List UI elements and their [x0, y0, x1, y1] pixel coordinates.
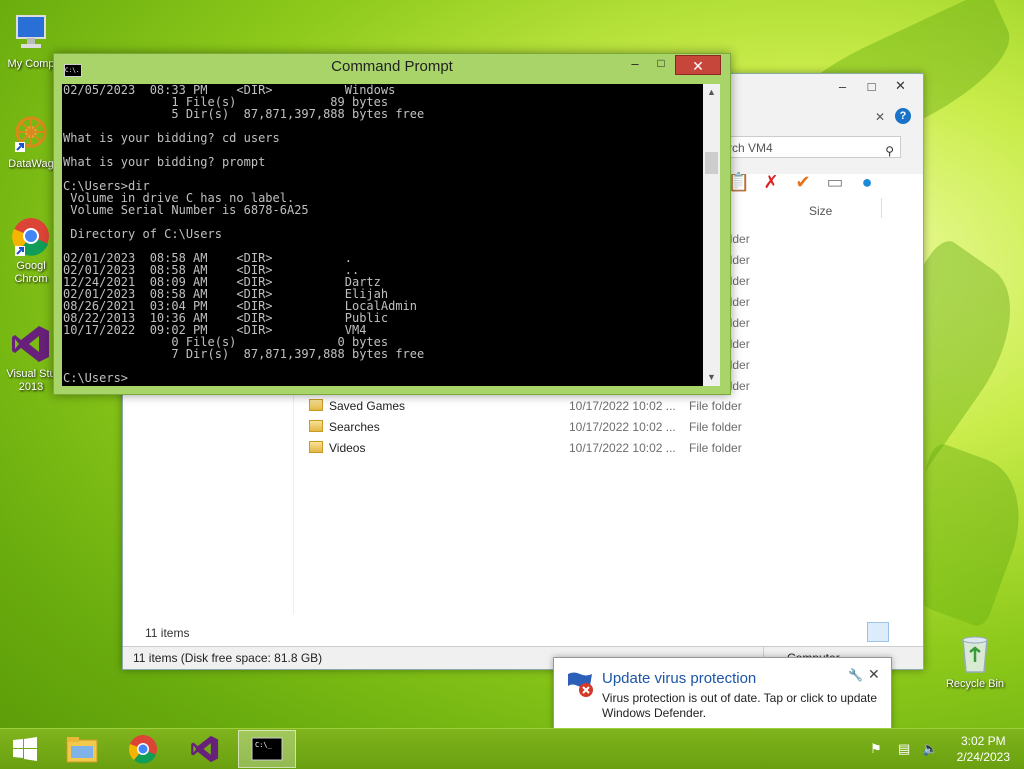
maximize-button[interactable]: □ [648, 56, 674, 74]
taskbar-command-prompt[interactable]: C:\_ [238, 730, 296, 768]
file-type: File folder [689, 441, 742, 455]
file-date: 10/17/2022 10:02 ... [569, 420, 676, 434]
svg-text:C:\_: C:\_ [255, 741, 273, 749]
folder-icon [309, 399, 323, 411]
folder-icon [66, 737, 98, 763]
explorer-caption-buttons: – □ ✕ [828, 76, 915, 96]
recycle-bin-icon [953, 632, 997, 676]
search-icon[interactable]: ⚲ [885, 140, 894, 162]
file-name: Searches [329, 420, 380, 434]
taskbar-clock[interactable]: 3:02 PM 2/24/2023 [957, 733, 1010, 765]
close-icon[interactable]: ✕ [868, 666, 880, 683]
status-text: 11 items (Disk free space: 81.8 GB) [133, 651, 323, 665]
notification-message: Virus protection is out of date. Tap or … [602, 691, 878, 720]
table-row[interactable]: Saved Games 10/17/2022 10:02 ... File fo… [123, 396, 923, 417]
vertical-scrollbar[interactable]: ▲ ▼ [703, 84, 720, 386]
globe-icon[interactable]: ● [855, 170, 879, 194]
windows-logo-icon [13, 737, 37, 761]
settings-icon[interactable]: 🔧 [848, 668, 863, 682]
large-icons-view-icon[interactable] [891, 622, 911, 640]
file-date: 10/17/2022 10:02 ... [569, 399, 676, 413]
maximize-button[interactable]: □ [857, 76, 886, 96]
notification-title: Update virus protection [602, 670, 757, 687]
help-icon[interactable]: ? [895, 108, 911, 124]
desktop-icon-label: Recycle Bin [945, 678, 1005, 690]
file-date: 10/17/2022 10:02 ... [569, 441, 676, 455]
check-icon[interactable]: ✔ [791, 170, 815, 194]
delete-icon[interactable]: ✗ [759, 170, 783, 194]
desktop-icon-recycle-bin[interactable]: Recycle Bin [940, 632, 1010, 691]
chrome-icon [9, 214, 53, 258]
start-button[interactable] [0, 730, 50, 768]
clock-time: 3:02 PM [960, 734, 1006, 748]
folder-icon [309, 420, 323, 432]
taskbar-chrome[interactable] [118, 730, 168, 768]
refresh-icon[interactable]: ✕ [875, 110, 885, 124]
item-count: 11 items [145, 626, 190, 640]
close-button[interactable]: ✕ [675, 55, 721, 75]
cmd-icon: C:\_ [251, 737, 283, 761]
minimize-button[interactable]: – [828, 76, 857, 96]
scroll-up-icon[interactable]: ▲ [703, 84, 720, 101]
network-icon[interactable]: ▤ [898, 741, 910, 757]
defender-notification[interactable]: Update virus protection Virus protection… [553, 657, 892, 731]
taskbar: C:\_ ⚑ ▤ 🔈 3:02 PM 2/24/2023 [0, 728, 1024, 769]
search-input[interactable]: rch VM4 ⚲ [723, 136, 901, 158]
file-name: Saved Games [329, 399, 406, 413]
scroll-thumb[interactable] [705, 152, 718, 174]
scroll-down-icon[interactable]: ▼ [703, 369, 720, 386]
file-type: File folder [689, 420, 742, 434]
visual-studio-icon [191, 735, 219, 763]
taskbar-file-explorer[interactable] [57, 730, 107, 768]
clock-date: 2/24/2023 [956, 750, 1010, 764]
search-placeholder: rch VM4 [728, 141, 773, 155]
explorer-toolbar: 📋 ✗ ✔ ▭ ● [727, 170, 879, 194]
table-row[interactable]: Videos 10/17/2022 10:02 ... File folder [123, 438, 923, 459]
table-row[interactable]: Searches 10/17/2022 10:02 ... File folde… [123, 417, 923, 438]
console-text: 02/05/2023 08:33 PM <DIR> Windows 1 File… [63, 84, 425, 385]
volume-icon[interactable]: 🔈 [922, 741, 938, 757]
details-view-icon[interactable] [867, 622, 889, 642]
column-divider [881, 198, 882, 218]
visual-studio-icon [9, 322, 53, 366]
console-output[interactable]: 02/05/2023 08:33 PM <DIR> Windows 1 File… [62, 84, 703, 386]
command-prompt-window[interactable]: C:\. Command Prompt – □ ✕ 02/05/2023 08:… [53, 53, 731, 395]
computer-icon [9, 12, 53, 56]
file-name: Videos [329, 441, 366, 455]
file-type: File folder [689, 399, 742, 413]
action-center-warning-icon[interactable]: ⚑ [870, 741, 882, 757]
defender-warning-icon [566, 670, 593, 697]
folder-icon [309, 441, 323, 453]
chrome-icon [128, 735, 157, 764]
rename-icon[interactable]: ▭ [823, 170, 847, 194]
column-header-size[interactable]: Size [809, 204, 832, 218]
datawag-icon [9, 112, 53, 156]
taskbar-visual-studio[interactable] [180, 730, 230, 768]
close-button[interactable]: ✕ [886, 76, 915, 96]
minimize-button[interactable]: – [622, 56, 648, 74]
